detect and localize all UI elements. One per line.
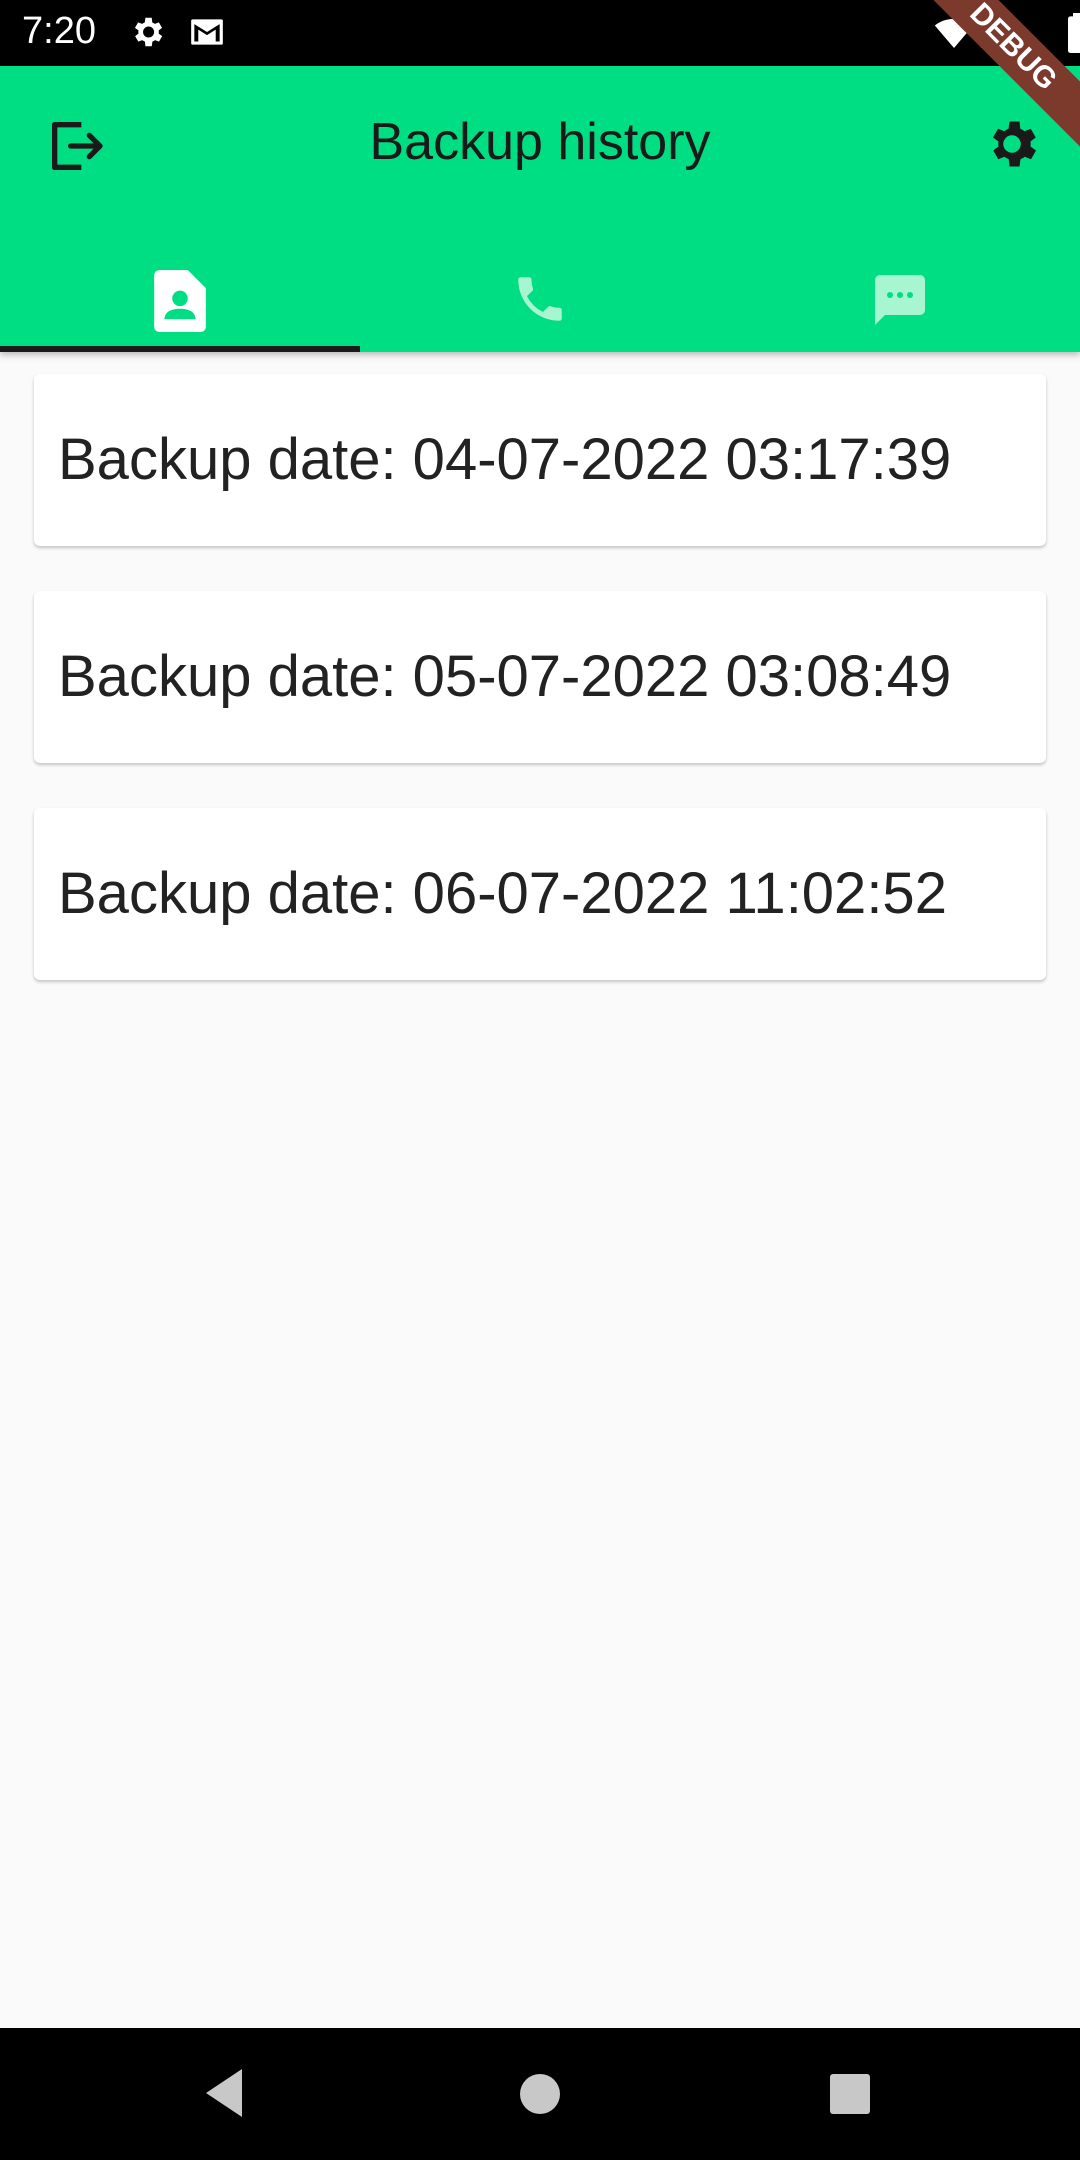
back-icon	[206, 2069, 242, 2117]
app-bar: Backup history	[0, 66, 1080, 352]
contact-icon	[154, 270, 206, 332]
tab-indicator	[0, 346, 360, 352]
backup-card[interactable]: Backup date: 06-07-2022 11:02:52	[34, 808, 1046, 980]
status-time: 7:20	[22, 10, 96, 52]
recents-icon	[830, 2074, 870, 2114]
status-bar: 7:20	[0, 0, 1080, 66]
backup-card[interactable]: Backup date: 04-07-2022 03:17:39	[34, 374, 1046, 546]
home-button[interactable]	[518, 2072, 562, 2121]
tab-messages[interactable]	[720, 242, 1080, 352]
navigation-bar	[0, 2028, 1080, 2160]
back-button[interactable]	[202, 2064, 246, 2127]
backup-list: Backup date: 04-07-2022 03:17:39 Backup …	[34, 374, 1046, 1025]
settings-button[interactable]	[982, 114, 1042, 179]
battery-icon	[1068, 13, 1080, 53]
settings-icon	[993, 121, 1036, 167]
gmail-icon	[191, 19, 223, 45]
gear-icon	[134, 17, 163, 47]
home-icon	[520, 2074, 560, 2114]
backup-date-label: Backup date: 04-07-2022 03:17:39	[58, 427, 952, 492]
tab-contacts[interactable]	[0, 242, 360, 352]
page-title: Backup history	[369, 113, 711, 171]
message-icon	[875, 275, 925, 325]
tab-calls[interactable]	[360, 242, 720, 352]
recents-button[interactable]	[828, 2072, 872, 2121]
phone-icon	[518, 277, 562, 321]
backup-date-label: Backup date: 06-07-2022 11:02:52	[58, 861, 947, 926]
backup-card[interactable]: Backup date: 05-07-2022 03:08:49	[34, 591, 1046, 763]
screen: 7:20 Backup history DEBUG Backup date: 0…	[0, 0, 1080, 2160]
backup-date-label: Backup date: 05-07-2022 03:08:49	[58, 644, 952, 709]
